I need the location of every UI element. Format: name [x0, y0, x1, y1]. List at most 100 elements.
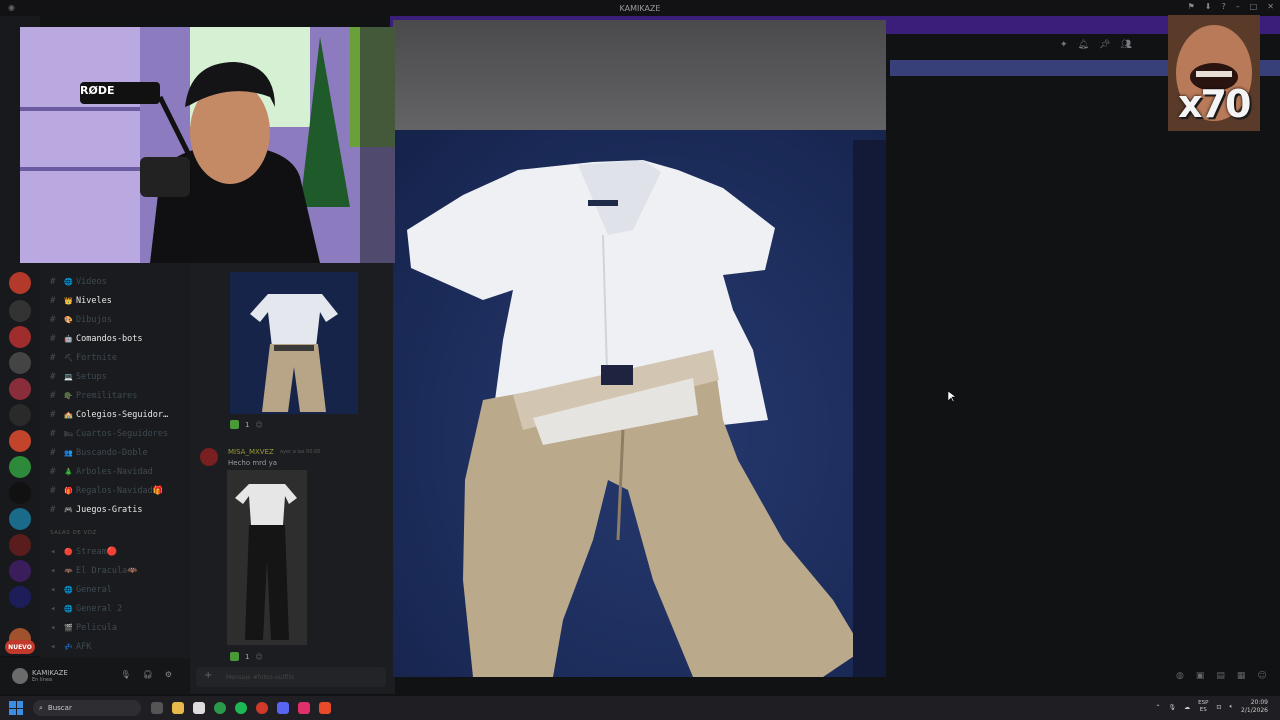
brave-icon[interactable] [319, 702, 331, 714]
channel-item[interactable]: # 🏫 Colegios-Seguidor… [40, 405, 190, 424]
server-icon[interactable] [9, 404, 31, 426]
voice-channel-item[interactable]: ◂ 🔴 Stream🔴 [40, 542, 190, 561]
pin-icon[interactable]: 📌︎ [1099, 40, 1110, 50]
server-icon[interactable] [9, 508, 31, 530]
channel-item[interactable]: # 💻 Setups [40, 367, 190, 386]
mic-tray-icon[interactable]: 🎙︎ [1168, 704, 1176, 711]
discord-icon[interactable] [277, 702, 289, 714]
chat-area: 1 ☺ MISA_MXVEZ ayer a las 00:00 Hecho mr… [190, 262, 395, 694]
voice-channel-item[interactable]: ◂ 💤 AFK [40, 637, 190, 656]
server-icon[interactable] [9, 272, 31, 294]
chrome-icon[interactable] [214, 702, 226, 714]
voice-section-header[interactable]: SALAS DE VOZ [50, 530, 97, 536]
server-icon[interactable] [9, 586, 31, 608]
channel-item[interactable]: # ⛏ Fortnite [40, 348, 190, 367]
channel-item[interactable]: # 🎮 Juegos-Gratis [40, 500, 190, 519]
threads-icon[interactable]: ✦ [1060, 40, 1068, 50]
message-input[interactable]: + Mensaje #fotos-outfits [196, 667, 386, 687]
add-reaction-icon[interactable]: ☺ [255, 421, 262, 429]
maximize-icon[interactable]: □ [1250, 2, 1258, 11]
voice-channel-item[interactable]: ◂ 🦇 El Dracula🦇 [40, 561, 190, 580]
speaker-icon: ◂ [50, 546, 56, 557]
close-icon[interactable]: ✕ [1267, 2, 1274, 11]
add-reaction-icon[interactable]: ☺ [255, 653, 262, 661]
voice-channel-item[interactable]: ◂ 🌐 General [40, 580, 190, 599]
server-icon[interactable] [9, 456, 31, 478]
server-icon[interactable] [9, 430, 31, 452]
gif-icon[interactable]: ◍ [1176, 671, 1184, 681]
avatar[interactable] [12, 668, 28, 684]
taskbar-search[interactable]: ⌕ Buscar [33, 700, 141, 716]
outfit-thumbnail [230, 272, 358, 414]
image-preview[interactable] [393, 20, 886, 677]
taskbar: ⌕ Buscar ⌃ 🎙︎ ☁ ESP ES ⊡ 🔈︎ 20:09 2/1/20… [0, 696, 1280, 720]
voice-channel-item[interactable]: ◂ 🎬 Pelicula [40, 618, 190, 637]
help-icon[interactable]: ? [1221, 2, 1225, 11]
image-attachment[interactable] [230, 272, 358, 414]
server-icon[interactable] [9, 560, 31, 582]
tiktok-icon[interactable] [298, 702, 310, 714]
channel-list: SALAS DE VOZ # 🌐 Videos # 👑 Niveles # 🎨 Dibujos #… [40, 262, 190, 658]
language-indicator[interactable]: ESP ES [1198, 700, 1208, 714]
task-view-icon[interactable] [151, 702, 163, 714]
hash-icon: # [50, 333, 56, 344]
chevron-up-icon[interactable]: ⌃ [1155, 704, 1160, 711]
message-text: Hecho mrd ya [228, 459, 278, 467]
avatar[interactable] [200, 448, 218, 466]
sticker-icon[interactable]: ▣ [1196, 671, 1205, 681]
channel-label: AFK [76, 641, 92, 652]
store-icon[interactable] [193, 702, 205, 714]
hash-icon: # [50, 390, 56, 401]
hash-icon: # [50, 485, 56, 496]
server-icon[interactable] [9, 300, 31, 322]
hash-icon: # [50, 428, 56, 439]
network-icon[interactable]: ⊡ [1216, 704, 1221, 711]
headphones-icon[interactable]: 🎧︎ [143, 670, 153, 679]
file-explorer-icon[interactable] [172, 702, 184, 714]
channel-item[interactable]: # 👥 Buscando-Doble [40, 443, 190, 462]
minimize-icon[interactable]: – [1236, 2, 1240, 11]
bell-icon[interactable]: 🔔︎ [1078, 40, 1089, 50]
channel-item[interactable]: # 🤖 Comandos-bots [40, 329, 190, 348]
channel-item[interactable]: # 🎄 Arboles-Navidad [40, 462, 190, 481]
start-button-icon[interactable] [9, 701, 23, 715]
gift-icon[interactable]: ▤ [1216, 671, 1225, 681]
channel-emoji-icon: 🎄 [64, 467, 73, 476]
volume-icon[interactable]: 🔈︎ [1229, 703, 1233, 711]
spotify-icon[interactable] [235, 702, 247, 714]
channel-item[interactable]: # 👑 Niveles [40, 291, 190, 310]
check-reaction-icon[interactable] [230, 420, 239, 429]
server-icon[interactable] [9, 378, 31, 400]
channel-item[interactable]: # 🎁 Regalos-Navidad🎁 [40, 481, 190, 500]
channel-item[interactable]: # 🎨 Dibujos [40, 310, 190, 329]
system-tray: ⌃ 🎙︎ ☁ ESP ES ⊡ 🔈︎ 20:09 2/1/2026 [1155, 699, 1268, 715]
channel-emoji-icon: 🦇 [64, 566, 73, 575]
clock[interactable]: 20:09 2/1/2026 [1241, 699, 1268, 715]
members-icon[interactable]: 👥︎ [1120, 40, 1131, 50]
emoji-icon[interactable]: ☺ [1257, 671, 1266, 681]
server-icon[interactable] [9, 482, 31, 504]
channel-item[interactable]: # 🌐 Videos [40, 272, 190, 291]
outfit-thumbnail [227, 470, 307, 645]
inbox-icon[interactable]: ⚑ [1188, 2, 1195, 11]
channel-label: General 2 [76, 603, 123, 614]
voice-channel-item[interactable]: ◂ 🌐 General 2 [40, 599, 190, 618]
server-icon[interactable] [9, 352, 31, 374]
channel-label: General [76, 584, 112, 595]
channel-item[interactable]: # 🪖 Premilitares [40, 386, 190, 405]
mic-icon[interactable]: 🎙︎ [121, 670, 131, 679]
header-toolbar: ✦ 🔔︎ 📌︎ 👥︎ [1060, 40, 1132, 50]
server-icon[interactable] [9, 326, 31, 348]
opera-icon[interactable] [256, 702, 268, 714]
server-icon[interactable] [9, 534, 31, 556]
add-attachment-icon[interactable]: + [204, 670, 212, 681]
download-icon[interactable]: ⬇ [1205, 2, 1212, 11]
taskbar-apps [151, 702, 331, 714]
apps-icon[interactable]: ▦ [1237, 671, 1246, 681]
onedrive-icon[interactable]: ☁ [1184, 704, 1190, 711]
image-attachment[interactable] [227, 470, 307, 645]
check-reaction-icon[interactable] [230, 652, 239, 661]
gear-icon[interactable]: ⚙ [165, 670, 172, 679]
channel-item[interactable]: # 🛏 Cuartos-Seguidores [40, 424, 190, 443]
message-username[interactable]: MISA_MXVEZ [228, 448, 274, 456]
